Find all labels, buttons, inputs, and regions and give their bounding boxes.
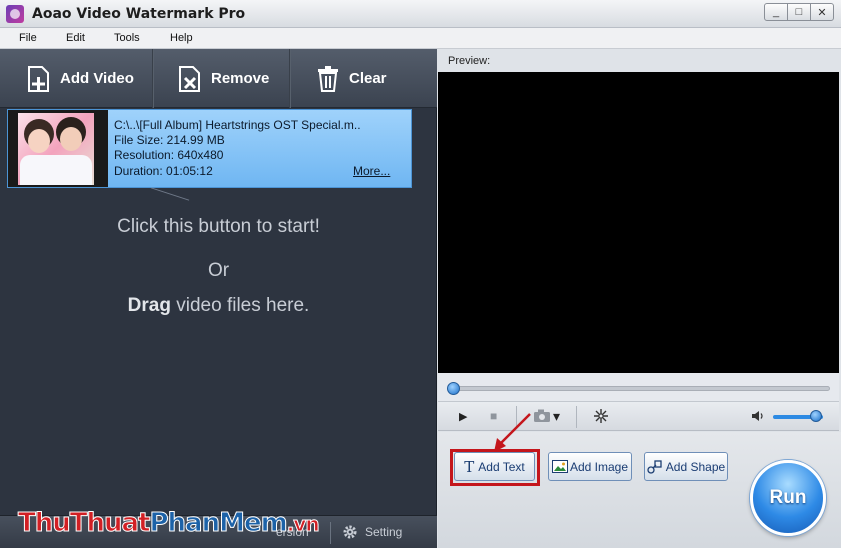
add-shape-label: Add Shape [665,459,726,474]
snapshot-button[interactable] [533,408,551,426]
volume-slider-knob[interactable] [809,410,822,422]
camera-icon [534,409,550,422]
gear-icon [343,525,357,539]
menu-edit[interactable]: Edit [66,32,85,44]
video-resolution: Resolution: 640x480 [114,148,224,162]
window-controls: _ □ ✕ [764,3,834,21]
hint-start-text: Click this button to start! [117,216,320,237]
close-button[interactable]: ✕ [810,3,834,21]
hint-drag-text: Drag video files here. [0,295,437,317]
maximize-button[interactable]: □ [787,3,811,21]
setting-button[interactable]: Setting [343,525,402,539]
site-watermark: ThuThuatPhanMem.vn [17,508,320,539]
watermark-part-2: PhanMem [149,508,288,539]
file-toolbar: Add Video Remove Clear [0,49,437,108]
remove-file-icon [179,65,200,92]
seek-bar-area [438,373,839,401]
controls-divider [576,406,577,428]
clear-label: Clear [349,70,387,87]
menu-file[interactable]: File [19,32,37,44]
video-path: C:\..\[Full Album] Heartstrings OST Spec… [114,118,361,132]
hint-drag-rest: video files here. [170,295,310,316]
bottom-divider [330,522,331,544]
menu-tools[interactable]: Tools [114,32,140,44]
volume-button[interactable] [751,409,765,426]
add-shape-button[interactable]: Add Shape [644,452,728,481]
hint-pointer-line [146,187,190,214]
title-bar: Aoao Video Watermark Pro _ □ ✕ [0,0,841,28]
hint-drag-bold: Drag [127,295,171,316]
trash-icon [318,65,338,92]
thumb-face-2 [60,127,82,151]
menu-bar: File Edit Tools Help [0,28,841,49]
window-title: Aoao Video Watermark Pro [32,6,246,22]
thumb-body [20,155,92,185]
menu-help[interactable]: Help [170,32,193,44]
toolbar-divider [289,49,291,108]
image-icon [551,460,568,473]
app-logo-icon [6,5,24,23]
add-image-label: Add Image [569,459,629,474]
preview-screen [438,72,839,373]
thumbnail-image [18,113,94,185]
video-duration: Duration: 01:05:12 [114,164,213,178]
seek-track[interactable] [452,386,830,391]
add-video-label: Add Video [60,70,134,87]
preview-panel: Preview: ▶ ■ ▾ T Add Text Add Image Add … [438,49,841,548]
seek-slider-knob[interactable] [447,382,460,395]
more-info-link[interactable]: More... [353,164,390,178]
minimize-button[interactable]: _ [764,3,788,21]
add-image-button[interactable]: Add Image [548,452,632,481]
add-video-button[interactable]: Add Video [26,49,134,108]
setting-label: Setting [365,525,403,539]
video-thumbnail [8,110,108,187]
watermark-part-3: .vn [286,512,320,537]
watermark-part-1: ThuThuat [17,508,150,539]
effects-button[interactable] [593,408,609,427]
preview-label: Preview: [448,55,491,67]
clear-button[interactable]: Clear [315,49,387,108]
play-button[interactable]: ▶ [459,410,467,423]
toolbar-divider [152,49,154,108]
video-list-panel: Add Video Remove Clear C:\..\[Full Album… [0,49,437,548]
speaker-icon [752,411,763,421]
run-button[interactable]: Run [750,460,826,536]
add-file-icon [28,65,49,92]
thumb-face-1 [28,129,50,153]
annotation-arrow-icon [494,413,531,452]
shape-icon [647,459,662,474]
sparkle-icon [594,409,608,423]
video-list-item[interactable]: C:\..\[Full Album] Heartstrings OST Spec… [7,109,412,188]
snapshot-dropdown-icon[interactable]: ▾ [553,408,560,425]
remove-button[interactable]: Remove [177,49,269,108]
hint-or-text: Or [207,260,230,281]
remove-label: Remove [211,70,270,87]
video-file-size: File Size: 214.99 MB [114,133,225,147]
